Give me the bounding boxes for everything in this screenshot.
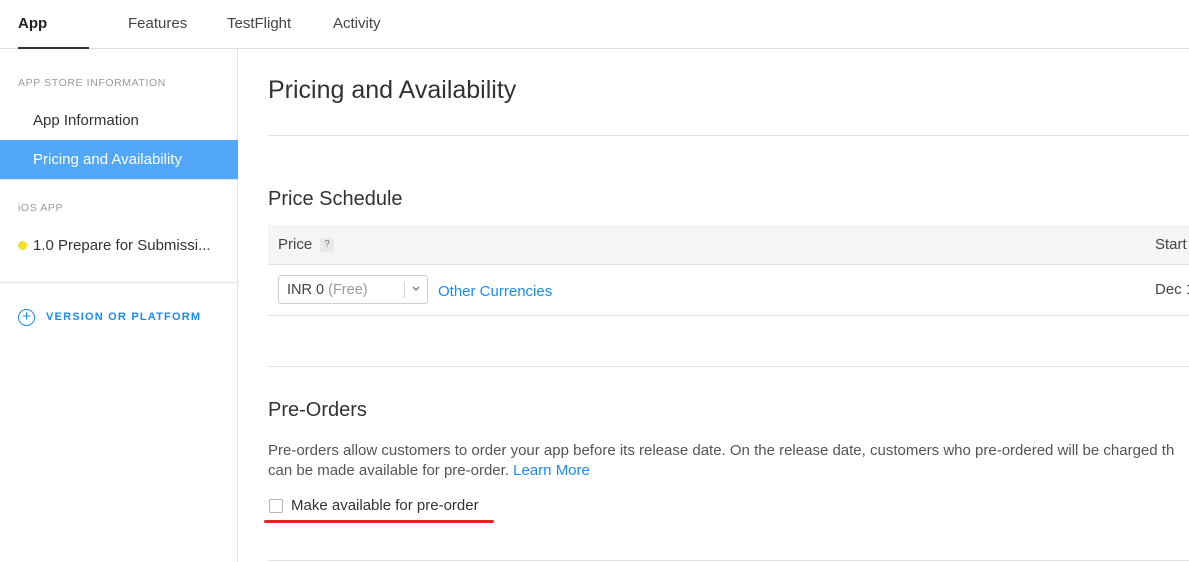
pre-orders-description-line2: can be made available for pre-order. Lea…	[268, 462, 590, 479]
plus-circle-icon: +	[18, 309, 35, 326]
pre-orders-description-line1: Pre-orders allow customers to order your…	[268, 442, 1175, 459]
learn-more-link[interactable]: Learn More	[513, 462, 590, 479]
chevron-down-icon	[412, 286, 420, 291]
divider	[268, 135, 1189, 136]
pre-orders-heading: Pre-Orders	[268, 399, 367, 421]
add-platform-label: VERSION OR PLATFORM	[46, 311, 202, 323]
price-select[interactable]: INR 0 (Free)	[278, 275, 428, 304]
start-column-header: Start	[1155, 236, 1187, 253]
divider	[268, 366, 1189, 367]
select-separator	[404, 282, 405, 298]
pre-order-checkbox-label[interactable]: Make available for pre-order	[291, 497, 479, 514]
price-select-value: INR 0 (Free)	[287, 282, 368, 298]
other-currencies-link[interactable]: Other Currencies	[438, 283, 552, 300]
sidebar: APP STORE INFORMATION App Information Pr…	[0, 49, 238, 562]
table-row: INR 0 (Free) Other Currencies Dec 1	[268, 265, 1189, 316]
divider	[268, 560, 1189, 561]
help-icon[interactable]: ?	[320, 238, 334, 252]
price-column-header: Price	[278, 236, 313, 253]
status-dot-icon	[18, 241, 27, 250]
tab-activity[interactable]: Activity	[333, 0, 381, 49]
start-date-value: Dec 1	[1155, 281, 1189, 298]
sidebar-item-pricing-and-availability[interactable]: Pricing and Availability	[0, 140, 238, 179]
sidebar-item-app-information[interactable]: App Information	[0, 101, 238, 140]
sidebar-section-ios-app: iOS APP	[18, 202, 64, 214]
pre-orders-description: Pre-orders allow customers to order your…	[268, 441, 1189, 481]
tab-testflight[interactable]: TestFlight	[227, 0, 291, 49]
highlight-underline	[264, 520, 494, 523]
pre-order-checkbox[interactable]	[269, 499, 283, 513]
price-schedule-heading: Price Schedule	[268, 188, 403, 210]
top-nav: App Store Features TestFlight Activity	[0, 0, 1189, 80]
sidebar-section-app-store: APP STORE INFORMATION	[18, 77, 166, 89]
sidebar-item-version[interactable]: 1.0 Prepare for Submissi...	[0, 226, 238, 265]
tab-app-store[interactable]: App Store	[18, 0, 89, 80]
price-table-header: Price ? Start	[268, 225, 1189, 265]
main-content: Pricing and Availability Price Schedule …	[264, 49, 1189, 562]
sidebar-divider	[0, 282, 237, 283]
sidebar-item-version-label: 1.0 Prepare for Submissi...	[33, 237, 211, 254]
page-title: Pricing and Availability	[268, 76, 517, 104]
sidebar-divider	[0, 179, 237, 180]
tab-features[interactable]: Features	[128, 0, 187, 49]
